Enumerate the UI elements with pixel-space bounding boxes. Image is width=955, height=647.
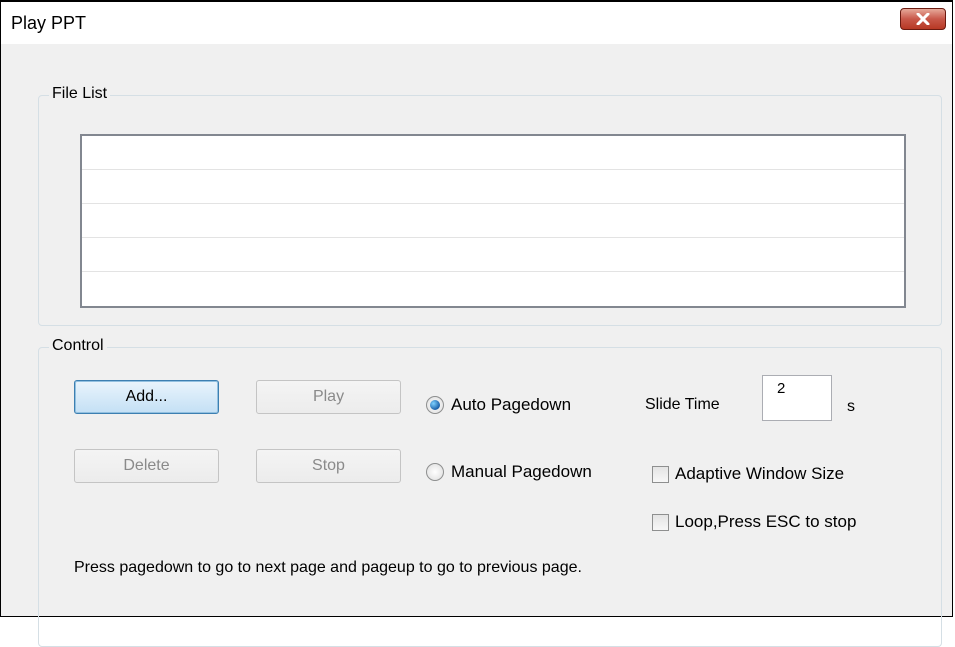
list-item[interactable] [82, 204, 904, 238]
control-label: Control [49, 337, 107, 355]
auto-pagedown-radio[interactable]: Auto Pagedown [426, 395, 571, 415]
loop-checkbox[interactable]: Loop,Press ESC to stop [652, 512, 856, 532]
stop-button[interactable]: Stop [256, 449, 401, 483]
loop-label: Loop,Press ESC to stop [675, 512, 857, 531]
radio-unchecked-icon [426, 463, 444, 481]
close-button[interactable] [900, 8, 946, 30]
adaptive-window-size-label: Adaptive Window Size [675, 464, 845, 483]
add-button[interactable]: Add... [74, 380, 219, 414]
play-button[interactable]: Play [256, 380, 401, 414]
checkbox-icon [652, 465, 669, 483]
manual-pagedown-label: Manual Pagedown [451, 462, 592, 481]
delete-button[interactable]: Delete [74, 449, 219, 483]
close-icon [916, 13, 930, 25]
slide-time-label: Slide Time [645, 396, 720, 413]
file-list[interactable] [80, 134, 906, 308]
slide-time-input[interactable]: 2 [762, 375, 832, 421]
dialog-body: File List Control Add... Play Delete Sto… [1, 44, 952, 647]
list-item[interactable] [82, 272, 904, 305]
checkbox-icon [652, 513, 669, 531]
list-item[interactable] [82, 170, 904, 204]
adaptive-window-size-checkbox[interactable]: Adaptive Window Size [652, 464, 844, 484]
auto-pagedown-label: Auto Pagedown [451, 395, 572, 414]
title-bar: Play PPT [1, 2, 952, 44]
file-list-group: File List [38, 85, 942, 326]
play-ppt-window: Play PPT File List Control Add... Play D… [0, 0, 953, 647]
radio-checked-icon [426, 396, 444, 414]
slide-time-unit: s [847, 398, 855, 415]
file-list-label: File List [49, 85, 111, 103]
list-item[interactable] [82, 136, 904, 170]
manual-pagedown-radio[interactable]: Manual Pagedown [426, 462, 592, 482]
help-text: Press pagedown to go to next page and pa… [74, 559, 582, 576]
list-item[interactable] [82, 238, 904, 272]
window-title: Play PPT [11, 13, 87, 33]
